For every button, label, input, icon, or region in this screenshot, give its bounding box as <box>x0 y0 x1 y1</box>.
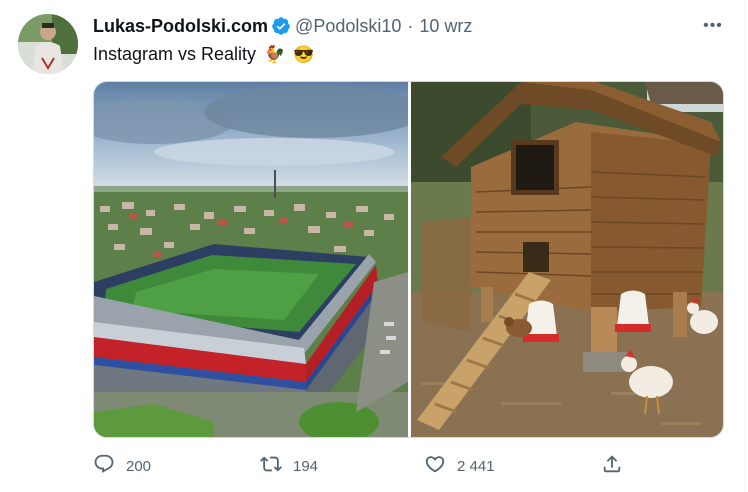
rooster-emoji: 🐓 <box>264 45 286 64</box>
handle[interactable]: @Podolski10 <box>295 16 401 37</box>
verified-badge-icon <box>271 16 291 36</box>
reply-count: 200 <box>126 457 152 475</box>
tweet[interactable]: Lukas-Podolski.com @Podolski10 · 10 wrz … <box>0 0 748 492</box>
reply-icon <box>93 453 115 479</box>
like-icon <box>424 453 446 479</box>
display-name[interactable]: Lukas-Podolski.com <box>93 16 268 37</box>
share-button[interactable] <box>601 452 623 480</box>
tweet-text: Instagram vs Reality 🐓 😎 <box>93 41 314 68</box>
timestamp[interactable]: 10 wrz <box>419 16 472 37</box>
media-grid[interactable] <box>93 81 724 438</box>
retweet-button[interactable]: 194 <box>260 452 318 480</box>
retweet-icon <box>260 453 282 479</box>
tweet-header: Lukas-Podolski.com @Podolski10 · 10 wrz <box>93 13 472 39</box>
share-icon <box>601 453 623 479</box>
like-count: 2 441 <box>457 457 495 475</box>
separator: · <box>407 15 414 36</box>
divider <box>745 0 746 492</box>
like-button[interactable]: 2 441 <box>424 452 495 480</box>
stadium-photo[interactable] <box>94 82 424 437</box>
reply-button[interactable]: 200 <box>93 452 151 480</box>
sunglasses-emoji: 😎 <box>293 45 315 64</box>
chicken-coop-photo[interactable] <box>411 82 723 437</box>
retweet-count: 194 <box>293 457 319 475</box>
action-bar: 200 194 2 441 <box>93 452 633 480</box>
tweet-text-content: Instagram vs Reality <box>93 44 257 64</box>
more-icon[interactable]: ••• <box>700 14 726 38</box>
avatar[interactable] <box>18 14 78 74</box>
